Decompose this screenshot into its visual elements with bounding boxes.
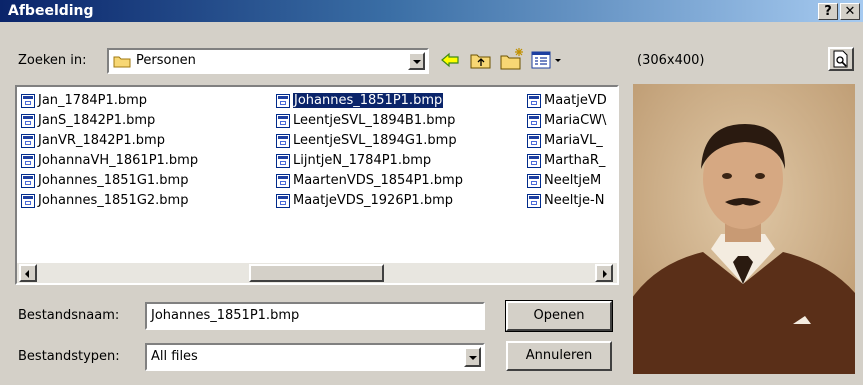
list-item[interactable]: MaatjeVDS_1926P1.bmp (276, 191, 521, 211)
title-bar (0, 0, 863, 22)
bitmap-file-icon (527, 173, 541, 188)
list-item[interactable]: Johannes_1851G2.bmp (21, 191, 261, 211)
preview-magnifier-icon (833, 50, 848, 68)
list-item[interactable]: LijntjeN_1784P1.bmp (276, 151, 521, 171)
filename-input[interactable]: Johannes_1851P1.bmp (145, 302, 485, 330)
scroll-left-button[interactable] (19, 264, 37, 282)
chevron-left-icon (25, 270, 29, 278)
scroll-right-button[interactable] (595, 264, 613, 282)
filetype-label: Bestandstypen: (18, 349, 120, 364)
list-item-selected[interactable]: Johannes_1851P1.bmp (276, 91, 521, 111)
list-item[interactable]: Neeltje-N (527, 191, 615, 211)
bitmap-file-icon (21, 153, 35, 168)
list-item[interactable]: MarthaR_ (527, 151, 615, 171)
new-folder-icon[interactable] (500, 47, 526, 71)
scrollbar-thumb[interactable] (249, 264, 384, 282)
bitmap-file-icon (276, 133, 290, 148)
filename-label: Bestandsnaam: (18, 308, 120, 323)
bitmap-file-icon (527, 193, 541, 208)
list-item[interactable]: LeentjeSVL_1894G1.bmp (276, 131, 521, 151)
bitmap-file-icon (21, 173, 35, 188)
preview-image (633, 84, 855, 374)
bitmap-file-icon (21, 113, 35, 128)
chevron-right-icon (603, 270, 607, 278)
filetype-select[interactable]: All files (145, 343, 485, 371)
look-in-combobox[interactable]: Personen (107, 48, 429, 74)
bitmap-file-icon (527, 93, 541, 108)
bitmap-file-icon (276, 193, 290, 208)
list-item[interactable]: MariaCW\ (527, 111, 615, 131)
filetype-value: All files (151, 349, 198, 364)
list-item[interactable]: Johannes_1851G1.bmp (21, 171, 261, 191)
list-item[interactable]: LeentjeSVL_1894B1.bmp (276, 111, 521, 131)
bitmap-file-icon (276, 153, 290, 168)
bitmap-file-icon (276, 113, 290, 128)
preview-size-label: (306x400) (637, 53, 705, 68)
window-title: Afbeelding (8, 3, 94, 19)
list-item[interactable]: JanS_1842P1.bmp (21, 111, 261, 131)
chevron-down-icon[interactable] (464, 347, 481, 367)
bitmap-file-icon (276, 173, 290, 188)
up-folder-icon[interactable] (470, 50, 492, 70)
folder-icon (113, 56, 131, 68)
list-item[interactable]: MaartenVDS_1854P1.bmp (276, 171, 521, 191)
list-item[interactable]: NeeltjeM (527, 171, 615, 191)
bitmap-file-icon (527, 113, 541, 128)
help-button[interactable]: ? (818, 3, 838, 20)
close-button[interactable]: ✕ (840, 3, 860, 20)
file-list[interactable]: Jan_1784P1.bmp JanS_1842P1.bmp JanVR_184… (15, 85, 619, 285)
list-item[interactable]: JanVR_1842P1.bmp (21, 131, 261, 151)
back-arrow-icon[interactable] (440, 51, 460, 69)
open-button[interactable]: Openen (505, 300, 613, 332)
list-item[interactable]: MariaVL_ (527, 131, 615, 151)
bitmap-file-icon (527, 133, 541, 148)
preview-button[interactable] (828, 47, 854, 71)
list-item[interactable]: JohannaVH_1861P1.bmp (21, 151, 261, 171)
list-item[interactable]: MaatjeVD (527, 91, 615, 111)
chevron-down-icon[interactable] (408, 52, 425, 70)
view-menu-icon[interactable] (531, 51, 565, 69)
bitmap-file-icon (21, 93, 35, 108)
bitmap-file-icon (21, 193, 35, 208)
bitmap-file-icon (276, 93, 290, 108)
cancel-button[interactable]: Annuleren (506, 341, 612, 371)
bitmap-file-icon (527, 153, 541, 168)
look-in-value: Personen (136, 53, 196, 68)
bitmap-file-icon (21, 133, 35, 148)
list-item[interactable]: Jan_1784P1.bmp (21, 91, 261, 111)
look-in-label: Zoeken in: (18, 53, 87, 68)
horizontal-scrollbar[interactable] (17, 263, 617, 283)
